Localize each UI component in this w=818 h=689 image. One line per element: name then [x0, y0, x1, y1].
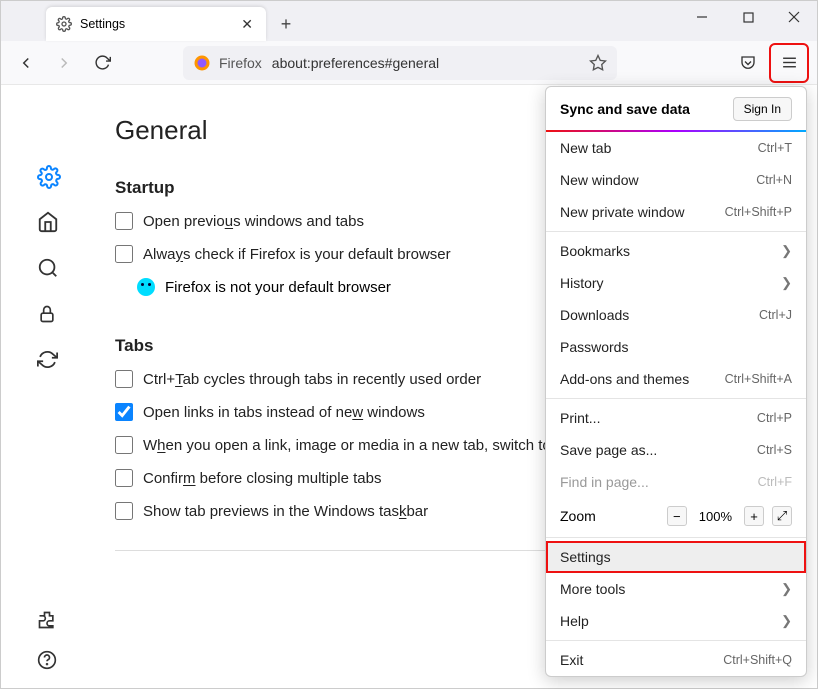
- menu-help[interactable]: Help❯: [546, 605, 806, 637]
- menu-history[interactable]: History❯: [546, 267, 806, 299]
- menu-new-tab[interactable]: New tabCtrl+T: [546, 132, 806, 164]
- sidebar-general-icon[interactable]: [37, 165, 61, 189]
- app-menu-panel: Sync and save data Sign In New tabCtrl+T…: [545, 86, 807, 677]
- sign-in-button[interactable]: Sign In: [733, 97, 792, 121]
- confirm-close-checkbox[interactable]: [115, 469, 133, 487]
- taskbar-preview-checkbox[interactable]: [115, 502, 133, 520]
- zoom-out-button[interactable]: −: [667, 506, 687, 526]
- zoom-value: 100%: [695, 509, 736, 524]
- gear-icon: [56, 16, 72, 32]
- pocket-button[interactable]: [731, 46, 765, 80]
- maximize-button[interactable]: [725, 1, 771, 33]
- open-links-label: Open links in tabs instead of new window…: [143, 404, 425, 421]
- menu-settings[interactable]: Settings: [546, 541, 806, 573]
- url-address: about:preferences#general: [272, 55, 439, 71]
- sidebar-search-icon[interactable]: [37, 257, 61, 281]
- menu-more-tools[interactable]: More tools❯: [546, 573, 806, 605]
- app-menu-highlight: [769, 43, 809, 83]
- reload-button[interactable]: [85, 46, 119, 80]
- toolbar: Firefox about:preferences#general: [1, 41, 817, 85]
- titlebar: Settings ✕ +: [1, 1, 817, 41]
- confirm-close-label: Confirm before closing multiple tabs: [143, 470, 381, 487]
- browser-tab[interactable]: Settings ✕: [46, 7, 266, 41]
- sidebar-sync-icon[interactable]: [37, 349, 61, 373]
- url-prefix: Firefox: [219, 55, 262, 71]
- close-window-button[interactable]: [771, 1, 817, 33]
- menu-print[interactable]: Print...Ctrl+P: [546, 402, 806, 434]
- menu-sync-label: Sync and save data: [560, 101, 690, 117]
- back-button[interactable]: [9, 46, 43, 80]
- always-check-checkbox[interactable]: [115, 245, 133, 263]
- url-bar[interactable]: Firefox about:preferences#general: [183, 46, 617, 80]
- new-tab-button[interactable]: +: [272, 10, 300, 38]
- chevron-right-icon: ❯: [781, 275, 792, 291]
- open-previous-checkbox[interactable]: [115, 212, 133, 230]
- minimize-button[interactable]: [679, 1, 725, 33]
- menu-save-as[interactable]: Save page as...Ctrl+S: [546, 434, 806, 466]
- menu-passwords[interactable]: Passwords: [546, 331, 806, 363]
- sidebar-privacy-icon[interactable]: [37, 303, 61, 327]
- menu-new-private[interactable]: New private windowCtrl+Shift+P: [546, 196, 806, 228]
- ctrl-tab-checkbox[interactable]: [115, 370, 133, 388]
- ctrl-tab-label: Ctrl+Tab cycles through tabs in recently…: [143, 371, 481, 388]
- window-controls: [679, 1, 817, 41]
- sidebar-home-icon[interactable]: [37, 211, 61, 235]
- menu-zoom: Zoom − 100% + ⤢: [546, 498, 806, 534]
- sidebar-extensions-icon[interactable]: [37, 610, 61, 634]
- always-check-label: Always check if Firefox is your default …: [143, 246, 451, 263]
- bookmark-star-icon[interactable]: [589, 54, 607, 72]
- menu-bookmarks[interactable]: Bookmarks❯: [546, 235, 806, 267]
- chevron-right-icon: ❯: [781, 243, 792, 259]
- chevron-right-icon: ❯: [781, 613, 792, 629]
- open-links-checkbox[interactable]: [115, 403, 133, 421]
- tab-title: Settings: [80, 17, 238, 31]
- menu-sync-row: Sync and save data Sign In: [546, 87, 806, 130]
- zoom-in-button[interactable]: +: [744, 506, 764, 526]
- chevron-right-icon: ❯: [781, 581, 792, 597]
- taskbar-preview-label: Show tab previews in the Windows taskbar: [143, 503, 428, 520]
- menu-addons[interactable]: Add-ons and themesCtrl+Shift+A: [546, 363, 806, 395]
- switch-to-checkbox[interactable]: [115, 436, 133, 454]
- sidebar-help-icon[interactable]: [37, 650, 61, 674]
- close-tab-icon[interactable]: ✕: [238, 16, 256, 33]
- menu-downloads[interactable]: DownloadsCtrl+J: [546, 299, 806, 331]
- firefox-icon: [193, 54, 211, 72]
- open-previous-label: Open previous windows and tabs: [143, 213, 364, 230]
- app-menu-button[interactable]: [772, 46, 806, 80]
- menu-find: Find in page...Ctrl+F: [546, 466, 806, 498]
- menu-new-window[interactable]: New windowCtrl+N: [546, 164, 806, 196]
- info-face-icon: [137, 278, 155, 296]
- fullscreen-button[interactable]: ⤢: [772, 506, 792, 526]
- forward-button[interactable]: [47, 46, 81, 80]
- settings-sidebar: [1, 85, 97, 688]
- menu-exit[interactable]: ExitCtrl+Shift+Q: [546, 644, 806, 676]
- not-default-text: Firefox is not your default browser: [165, 279, 391, 296]
